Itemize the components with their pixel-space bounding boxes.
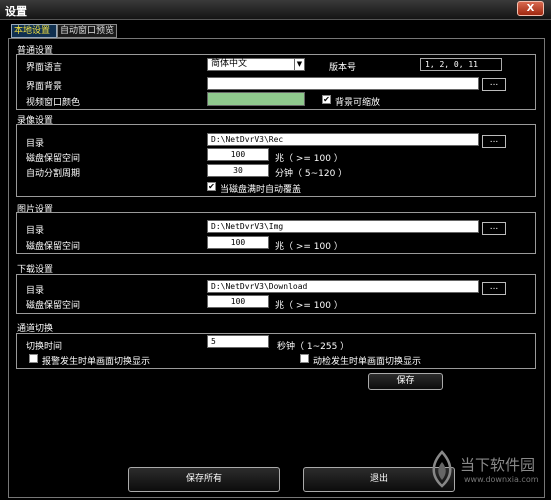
- window-title: 设置: [5, 5, 27, 18]
- scalable-checkbox[interactable]: ✔: [322, 95, 331, 104]
- video-color-label: 视频窗口颜色: [26, 98, 81, 108]
- background-label: 界面背景: [26, 82, 63, 92]
- language-label: 界面语言: [26, 63, 63, 73]
- motion-switch-label: 动检发生时单画面切换显示: [313, 357, 422, 367]
- motion-switch-checkbox[interactable]: [300, 354, 309, 363]
- picture-reserve-input[interactable]: 100: [207, 236, 269, 249]
- record-dir-input[interactable]: D:\NetDvrV3\Rec: [207, 133, 479, 146]
- version-label: 版本号: [329, 63, 357, 73]
- overwrite-checkbox[interactable]: ✔: [207, 182, 216, 191]
- channel-save-button[interactable]: 保存: [368, 373, 443, 390]
- chevron-down-icon[interactable]: ▼: [294, 59, 304, 70]
- picture-reserve-unit: 兆（ >= 100 ）: [275, 242, 343, 252]
- save-all-button[interactable]: 保存所有: [128, 467, 280, 492]
- record-reserve-label: 磁盘保留空间: [26, 154, 81, 164]
- language-select-value: 简体中文: [211, 59, 248, 69]
- close-button[interactable]: X: [517, 1, 544, 16]
- alarm-switch-checkbox[interactable]: [29, 354, 38, 363]
- picture-browse-button[interactable]: ...: [482, 222, 506, 235]
- language-select[interactable]: 简体中文 ▼: [207, 58, 305, 71]
- record-reserve-input[interactable]: 100: [207, 148, 269, 161]
- version-value: 1, 2, 0, 11: [420, 58, 502, 71]
- watermark-url: www.downxia.com: [464, 475, 539, 484]
- scalable-label: 背景可缩放: [335, 98, 381, 108]
- record-reserve-unit: 兆（ >= 100 ）: [275, 154, 343, 164]
- download-reserve-label: 磁盘保留空间: [26, 301, 81, 311]
- download-dir-input[interactable]: D:\NetDvrV3\Download: [207, 280, 479, 293]
- watermark-text: 当下软件园: [460, 456, 536, 474]
- record-split-label: 自动分割周期: [26, 169, 81, 179]
- watermark: 当下软件园 www.downxia.com: [427, 448, 547, 494]
- download-reserve-input[interactable]: 100: [207, 295, 269, 308]
- download-reserve-unit: 兆（ >= 100 ）: [275, 301, 343, 311]
- picture-dir-label: 目录: [26, 226, 45, 236]
- background-browse-button[interactable]: ...: [482, 78, 506, 91]
- download-browse-button[interactable]: ...: [482, 282, 506, 295]
- downxia-logo-icon: [432, 450, 452, 488]
- alarm-switch-label: 报警发生时单画面切换显示: [42, 357, 151, 367]
- overwrite-label: 当磁盘满时自动覆盖: [220, 185, 302, 195]
- switch-time-unit: 秒钟（ 1~255 ）: [277, 342, 350, 352]
- video-color-swatch[interactable]: [207, 92, 305, 106]
- title-bar: [0, 0, 551, 20]
- record-dir-label: 目录: [26, 139, 45, 149]
- picture-dir-input[interactable]: D:\NetDvrV3\Img: [207, 220, 479, 233]
- background-path-input[interactable]: [207, 77, 479, 90]
- tab-auto-window-preview[interactable]: 自动窗口预览: [57, 24, 117, 38]
- check-icon: ✔: [208, 182, 215, 191]
- tab-local-settings[interactable]: 本地设置: [11, 24, 57, 38]
- download-dir-label: 目录: [26, 286, 45, 296]
- picture-reserve-label: 磁盘保留空间: [26, 242, 81, 252]
- check-icon: ✔: [323, 95, 330, 104]
- record-split-input[interactable]: 30: [207, 164, 269, 177]
- switch-time-label: 切换时间: [26, 342, 63, 352]
- record-split-unit: 分钟（ 5~120 ）: [275, 169, 348, 179]
- switch-time-input[interactable]: 5: [207, 335, 269, 348]
- record-browse-button[interactable]: ...: [482, 135, 506, 148]
